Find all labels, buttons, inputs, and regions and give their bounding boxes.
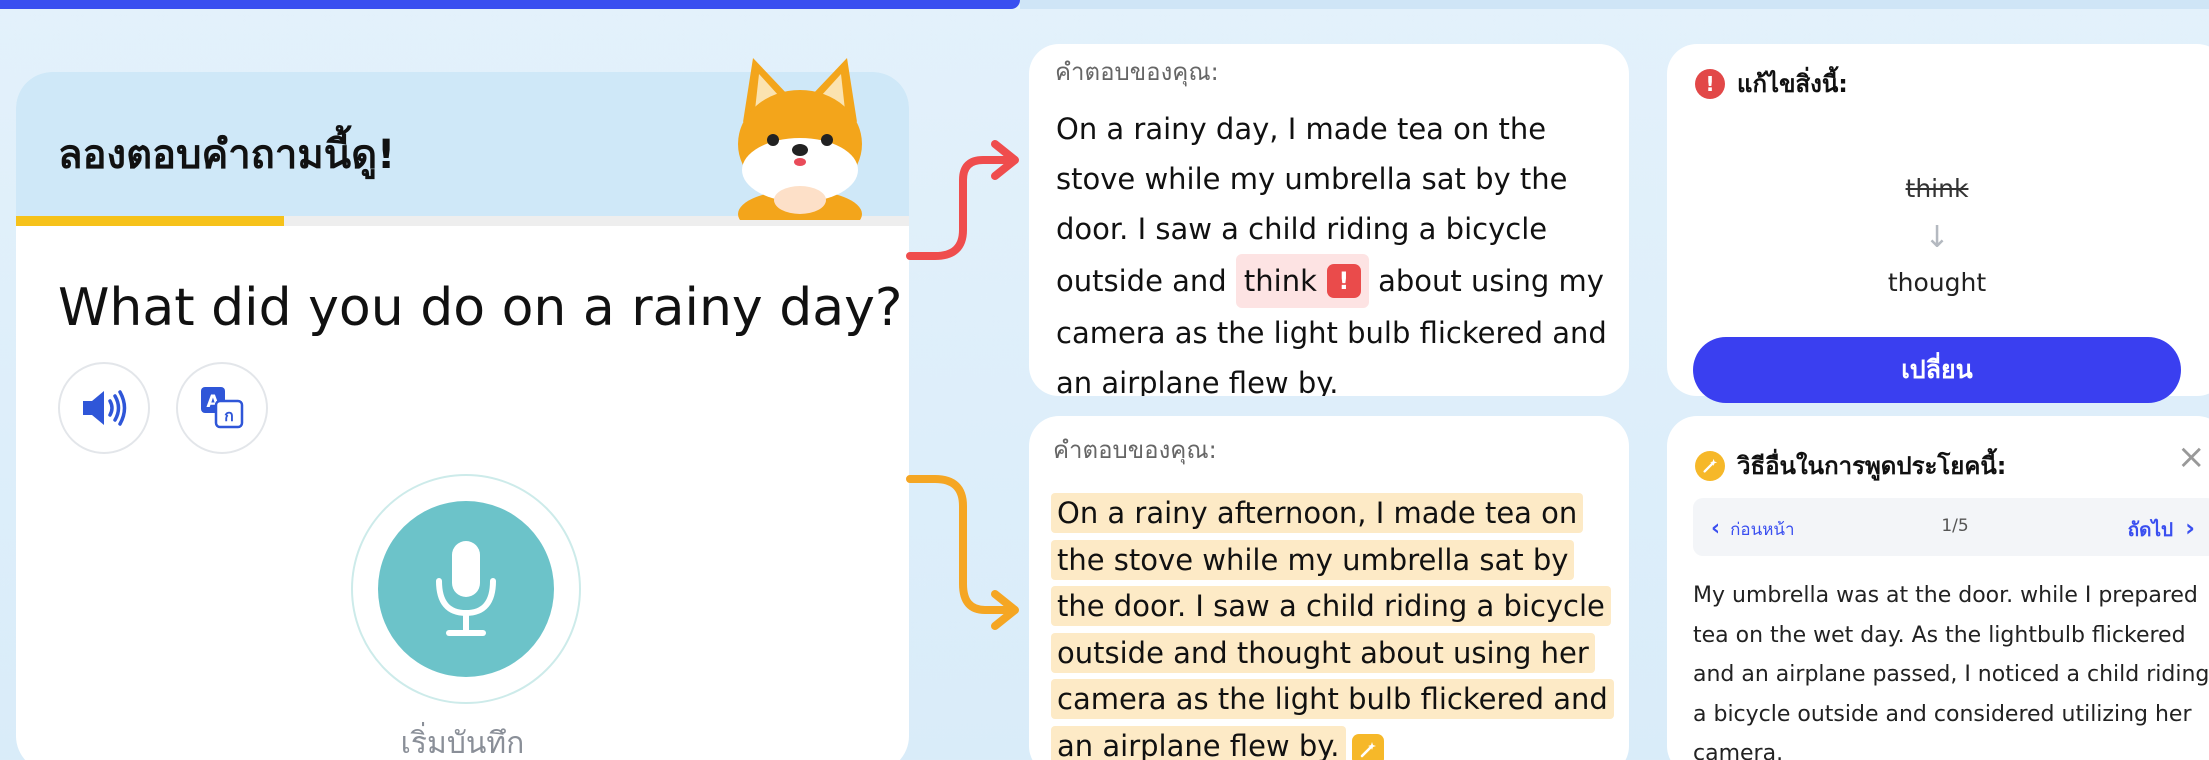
- fix-card-header: ! แก้ไขสิ่งนี้:: [1695, 64, 1848, 103]
- change-button[interactable]: เปลี่ยน: [1693, 337, 2181, 403]
- speaker-icon: [83, 390, 127, 426]
- top-strip-track: [1020, 0, 2209, 9]
- fix-card-title: แก้ไขสิ่งนี้:: [1737, 70, 1848, 98]
- highlighted-answer-text: On a rainy afternoon, I made tea on the …: [1051, 493, 1614, 760]
- question-progress-fill: [16, 216, 284, 226]
- fox-mascot: [725, 52, 875, 238]
- magic-wand-icon: [1695, 450, 1725, 481]
- alert-icon: !: [1695, 68, 1725, 99]
- highlighted-answer[interactable]: On a rainy afternoon, I made tea on the …: [1051, 490, 1621, 760]
- old-word: think: [1905, 174, 1969, 203]
- top-progress-strip: [0, 0, 1020, 9]
- close-icon[interactable]: ×: [2177, 440, 2206, 474]
- record-label: เริ่มบันทึก: [400, 726, 525, 760]
- mic-ring: [351, 474, 581, 704]
- translate-icon: A ก: [201, 387, 244, 429]
- answer-text: On a rainy day, I made tea on the stove …: [1056, 104, 1616, 396]
- alternative-card-header: วิธีอื่นในการพูดประโยคนี้:: [1695, 446, 2006, 485]
- answer-card-error: คำตอบของคุณ: On a rainy day, I made tea …: [1029, 44, 1629, 396]
- new-word: thought: [1887, 268, 1987, 297]
- svg-text:ก: ก: [224, 406, 234, 425]
- answer-label: คำตอบของคุณ:: [1055, 58, 1219, 86]
- magic-wand-icon[interactable]: [1351, 733, 1384, 760]
- next-label: ถัดไป: [2127, 519, 2174, 541]
- next-button[interactable]: ถัดไป ›: [2128, 514, 2195, 545]
- answer-label: คำตอบของคุณ:: [1053, 436, 1217, 464]
- alternative-card: วิธีอื่นในการพูดประโยคนี้: × ‹ ก่อนหน้า 1…: [1667, 416, 2209, 760]
- alternative-pager: ‹ ก่อนหน้า 1/5 ถัดไป ›: [1693, 498, 2209, 556]
- alternative-card-title: วิธีอื่นในการพูดประโยคนี้:: [1737, 452, 2007, 480]
- record-button[interactable]: [378, 501, 554, 677]
- microphone-icon: [436, 541, 496, 636]
- translate-button[interactable]: A ก: [176, 362, 268, 454]
- alternative-sentence: My umbrella was at the door. while I pre…: [1693, 583, 2209, 760]
- fix-card: ! แก้ไขสิ่งนี้: think ↓ thought เปลี่ยน: [1667, 44, 2209, 403]
- arrow-down-icon: ↓: [1924, 220, 1950, 255]
- error-badge-icon: !: [1326, 264, 1361, 298]
- play-audio-button[interactable]: [58, 362, 150, 454]
- connector-arrows: [906, 140, 1019, 630]
- error-word[interactable]: think!: [1235, 254, 1369, 308]
- chevron-right-icon: ›: [2185, 514, 2195, 542]
- question-text: What did you do on a rainy day?: [58, 278, 903, 338]
- question-card-title: ลองตอบคำถามนี้ดู!: [58, 132, 396, 178]
- error-word-text: think: [1243, 264, 1317, 298]
- answer-card-suggestion: คำตอบของคุณ: On a rainy afternoon, I mad…: [1029, 416, 1629, 760]
